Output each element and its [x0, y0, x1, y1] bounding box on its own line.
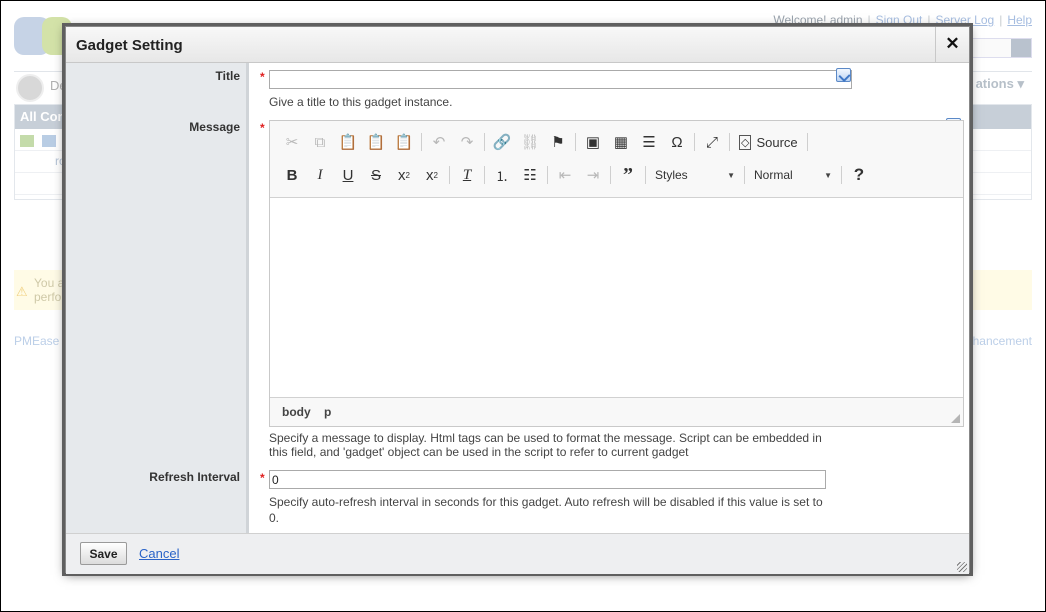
toolbar-separator	[547, 166, 548, 184]
dialog-body: Title Message Refresh Interval * Give a …	[66, 63, 969, 533]
save-button[interactable]: Save	[80, 542, 127, 565]
message-label: Message	[189, 120, 240, 134]
toolbar-separator	[484, 133, 485, 151]
toolbar-separator	[744, 166, 745, 184]
toolbar-separator	[729, 133, 730, 151]
toolbar-separator	[806, 133, 808, 151]
strike-icon[interactable]: S	[362, 163, 390, 187]
refresh-interval-input[interactable]	[269, 470, 826, 489]
label-column: Title Message Refresh Interval	[66, 63, 249, 533]
numbered-list-icon[interactable]: ⒈	[488, 163, 516, 187]
toolbar-separator	[421, 133, 422, 151]
warning-icon: ⚠	[16, 284, 28, 299]
sign-out-link[interactable]: Sign Out	[876, 13, 923, 27]
expand-all-icon[interactable]	[20, 135, 34, 147]
paste-text-icon[interactable]: 📋	[362, 130, 390, 154]
dashboard-icon	[16, 74, 44, 102]
refresh-interval-help: Specify auto-refresh interval in seconds…	[269, 495, 823, 525]
source-button[interactable]: ◇ Source	[733, 130, 804, 154]
toolbar-separator	[841, 166, 842, 184]
title-input[interactable]	[269, 70, 852, 89]
undo-icon[interactable]: ↶	[425, 130, 453, 154]
subscript-icon[interactable]: x2	[390, 163, 418, 187]
chevron-down-icon: ▼	[727, 170, 735, 180]
refresh-interval-label: Refresh Interval	[149, 470, 240, 484]
required-mark: *	[260, 121, 265, 135]
toolbar-row-2: B I U S x2 x2 T ⒈ ☷ ⇤ ⇥ ” Styles ▼ Norma…	[278, 162, 873, 188]
message-help: Specify a message to display. Html tags …	[269, 431, 822, 459]
remove-format-icon[interactable]: T	[453, 163, 481, 187]
rich-text-editor: ✂ ⧉ 📋 📋 📋 ↶ ↷ 🔗 ⛓ ⚑ ▣ ▦ ☰ Ω ⤢ ◇ Source B…	[269, 120, 964, 427]
dialog-resize-handle[interactable]	[957, 562, 967, 572]
editor-toolbar: ✂ ⧉ 📋 📋 📋 ↶ ↷ 🔗 ⛓ ⚑ ▣ ▦ ☰ Ω ⤢ ◇ Source B…	[270, 121, 963, 198]
server-log-link[interactable]: Server Log	[935, 13, 994, 27]
paste-word-icon[interactable]: 📋	[390, 130, 418, 154]
elements-path: body p	[282, 405, 341, 419]
format-dropdown[interactable]: Normal ▼	[748, 163, 838, 187]
indent-icon[interactable]: ⇥	[579, 163, 607, 187]
toolbar-separator	[449, 166, 450, 184]
toolbar-separator	[645, 166, 646, 184]
dialog-title: Gadget Setting	[76, 37, 183, 54]
editor-content-area[interactable]	[270, 198, 963, 398]
title-label: Title	[215, 69, 240, 83]
bold-icon[interactable]: B	[278, 163, 306, 187]
image-icon[interactable]: ▣	[579, 130, 607, 154]
path-body[interactable]: body	[282, 405, 311, 419]
help-icon[interactable]: ?	[845, 163, 873, 187]
toolbar-separator	[694, 133, 695, 151]
operations-menu[interactable]: ations ▾	[976, 76, 1024, 92]
unlink-icon[interactable]: ⛓	[516, 130, 544, 154]
superscript-icon[interactable]: x2	[418, 163, 446, 187]
table-icon[interactable]: ▦	[607, 130, 635, 154]
edit-html-icon[interactable]	[836, 68, 851, 82]
paste-icon[interactable]: 📋	[334, 130, 362, 154]
anchor-icon[interactable]: ⚑	[544, 130, 572, 154]
italic-icon[interactable]: I	[306, 163, 334, 187]
gadget-setting-dialog: Gadget Setting ✕ Title Message Refresh I…	[65, 26, 970, 574]
horizontal-line-icon[interactable]: ☰	[635, 130, 663, 154]
link-icon[interactable]: 🔗	[488, 130, 516, 154]
title-help: Give a title to this gadget instance.	[269, 95, 453, 109]
dialog-titlebar[interactable]: Gadget Setting ✕	[66, 27, 969, 63]
blockquote-icon[interactable]: ”	[614, 163, 642, 187]
toolbar-separator	[610, 166, 611, 184]
search-icon[interactable]	[1011, 39, 1031, 57]
help-link[interactable]: Help	[1007, 13, 1032, 27]
footer-brand[interactable]: PMEase	[14, 334, 59, 348]
special-char-icon[interactable]: Ω	[663, 130, 691, 154]
toolbar-separator	[484, 166, 485, 184]
cancel-link[interactable]: Cancel	[139, 546, 179, 561]
app-logo	[14, 17, 72, 57]
styles-dropdown[interactable]: Styles ▼	[649, 163, 741, 187]
toolbar-separator	[575, 133, 576, 151]
top-links: Welcome! admin | Sign Out | Server Log | Help	[773, 13, 1032, 27]
chevron-down-icon: ▼	[824, 170, 832, 180]
toolbar-row-1: ✂ ⧉ 📋 📋 📋 ↶ ↷ 🔗 ⛓ ⚑ ▣ ▦ ☰ Ω ⤢ ◇ Source	[278, 129, 811, 155]
required-mark: *	[260, 70, 265, 84]
redo-icon[interactable]: ↷	[453, 130, 481, 154]
underline-icon[interactable]: U	[334, 163, 362, 187]
required-mark: *	[260, 471, 265, 485]
welcome-text: Welcome! admin	[773, 13, 863, 27]
editor-resize-handle[interactable]	[951, 414, 960, 423]
source-label: Source	[756, 134, 798, 150]
dialog-footer: Save Cancel	[66, 533, 969, 574]
outdent-icon[interactable]: ⇤	[551, 163, 579, 187]
copy-icon[interactable]: ⧉	[306, 130, 334, 154]
maximize-icon[interactable]: ⤢	[698, 130, 726, 154]
source-icon: ◇	[739, 134, 752, 150]
cut-icon[interactable]: ✂	[278, 130, 306, 154]
close-icon[interactable]: ✕	[935, 27, 969, 63]
collapse-all-icon[interactable]	[42, 135, 56, 147]
editor-status-bar: body p	[270, 397, 963, 426]
path-p[interactable]: p	[324, 405, 331, 419]
footer-link[interactable]: hancement	[973, 334, 1032, 348]
bulleted-list-icon[interactable]: ☷	[516, 163, 544, 187]
